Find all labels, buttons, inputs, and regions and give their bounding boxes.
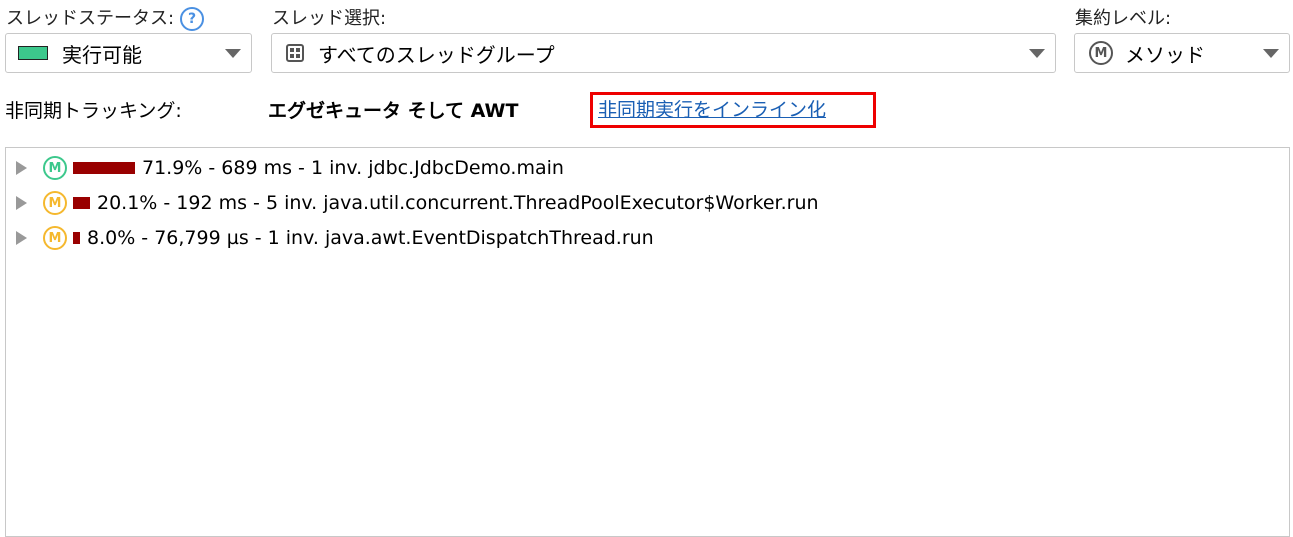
thread-select-dropdown[interactable]: すべてのスレッドグループ <box>271 33 1056 73</box>
node-label: 20.1% - 192 ms - 5 inv. java.util.concur… <box>97 192 819 214</box>
thread-status-label-text: スレッドステータス: <box>6 8 175 29</box>
percent-bar <box>73 197 90 209</box>
expand-icon[interactable] <box>16 161 27 175</box>
call-tree[interactable]: M 71.9% - 689 ms - 1 inv. jdbc.JdbcDemo.… <box>5 147 1290 537</box>
method-icon: M <box>43 156 67 180</box>
node-label: 8.0% - 76,799 µs - 1 inv. java.awt.Event… <box>87 227 654 249</box>
expand-icon[interactable] <box>16 196 27 210</box>
node-label: 71.9% - 689 ms - 1 inv. jdbc.JdbcDemo.ma… <box>142 157 564 179</box>
aggregation-dropdown[interactable]: M メソッド <box>1074 33 1290 73</box>
chevron-down-icon <box>225 49 241 58</box>
method-icon: M <box>43 226 67 250</box>
method-icon: M <box>1089 41 1113 65</box>
runnable-color-icon <box>18 46 48 60</box>
inline-async-link[interactable]: 非同期実行をインライン化 <box>590 92 876 128</box>
expand-icon[interactable] <box>16 231 27 245</box>
thread-status-dropdown[interactable]: 実行可能 <box>5 33 252 73</box>
tree-node[interactable]: M 8.0% - 76,799 µs - 1 inv. java.awt.Eve… <box>16 221 654 255</box>
thread-select-label: スレッド選択: <box>272 8 387 29</box>
async-tracking-label: 非同期トラッキング: <box>5 100 182 122</box>
tree-node[interactable]: M 71.9% - 689 ms - 1 inv. jdbc.JdbcDemo.… <box>16 151 564 185</box>
chevron-down-icon <box>1263 49 1279 58</box>
chevron-down-icon <box>1029 49 1045 58</box>
aggregation-label: 集約レベル: <box>1075 8 1172 29</box>
tree-node[interactable]: M 20.1% - 192 ms - 5 inv. java.util.conc… <box>16 186 819 220</box>
percent-bar <box>73 232 80 244</box>
thread-group-icon <box>286 44 304 62</box>
thread-select-value: すべてのスレッドグループ <box>318 42 555 67</box>
aggregation-value: メソッド <box>1125 42 1205 67</box>
method-icon: M <box>43 191 67 215</box>
thread-status-value: 実行可能 <box>62 42 142 67</box>
thread-status-label: スレッドステータス:? <box>6 4 205 31</box>
help-icon[interactable]: ? <box>180 7 205 31</box>
percent-bar <box>73 162 135 174</box>
async-tracking-value: エグゼキュータ そして AWT <box>268 100 519 122</box>
